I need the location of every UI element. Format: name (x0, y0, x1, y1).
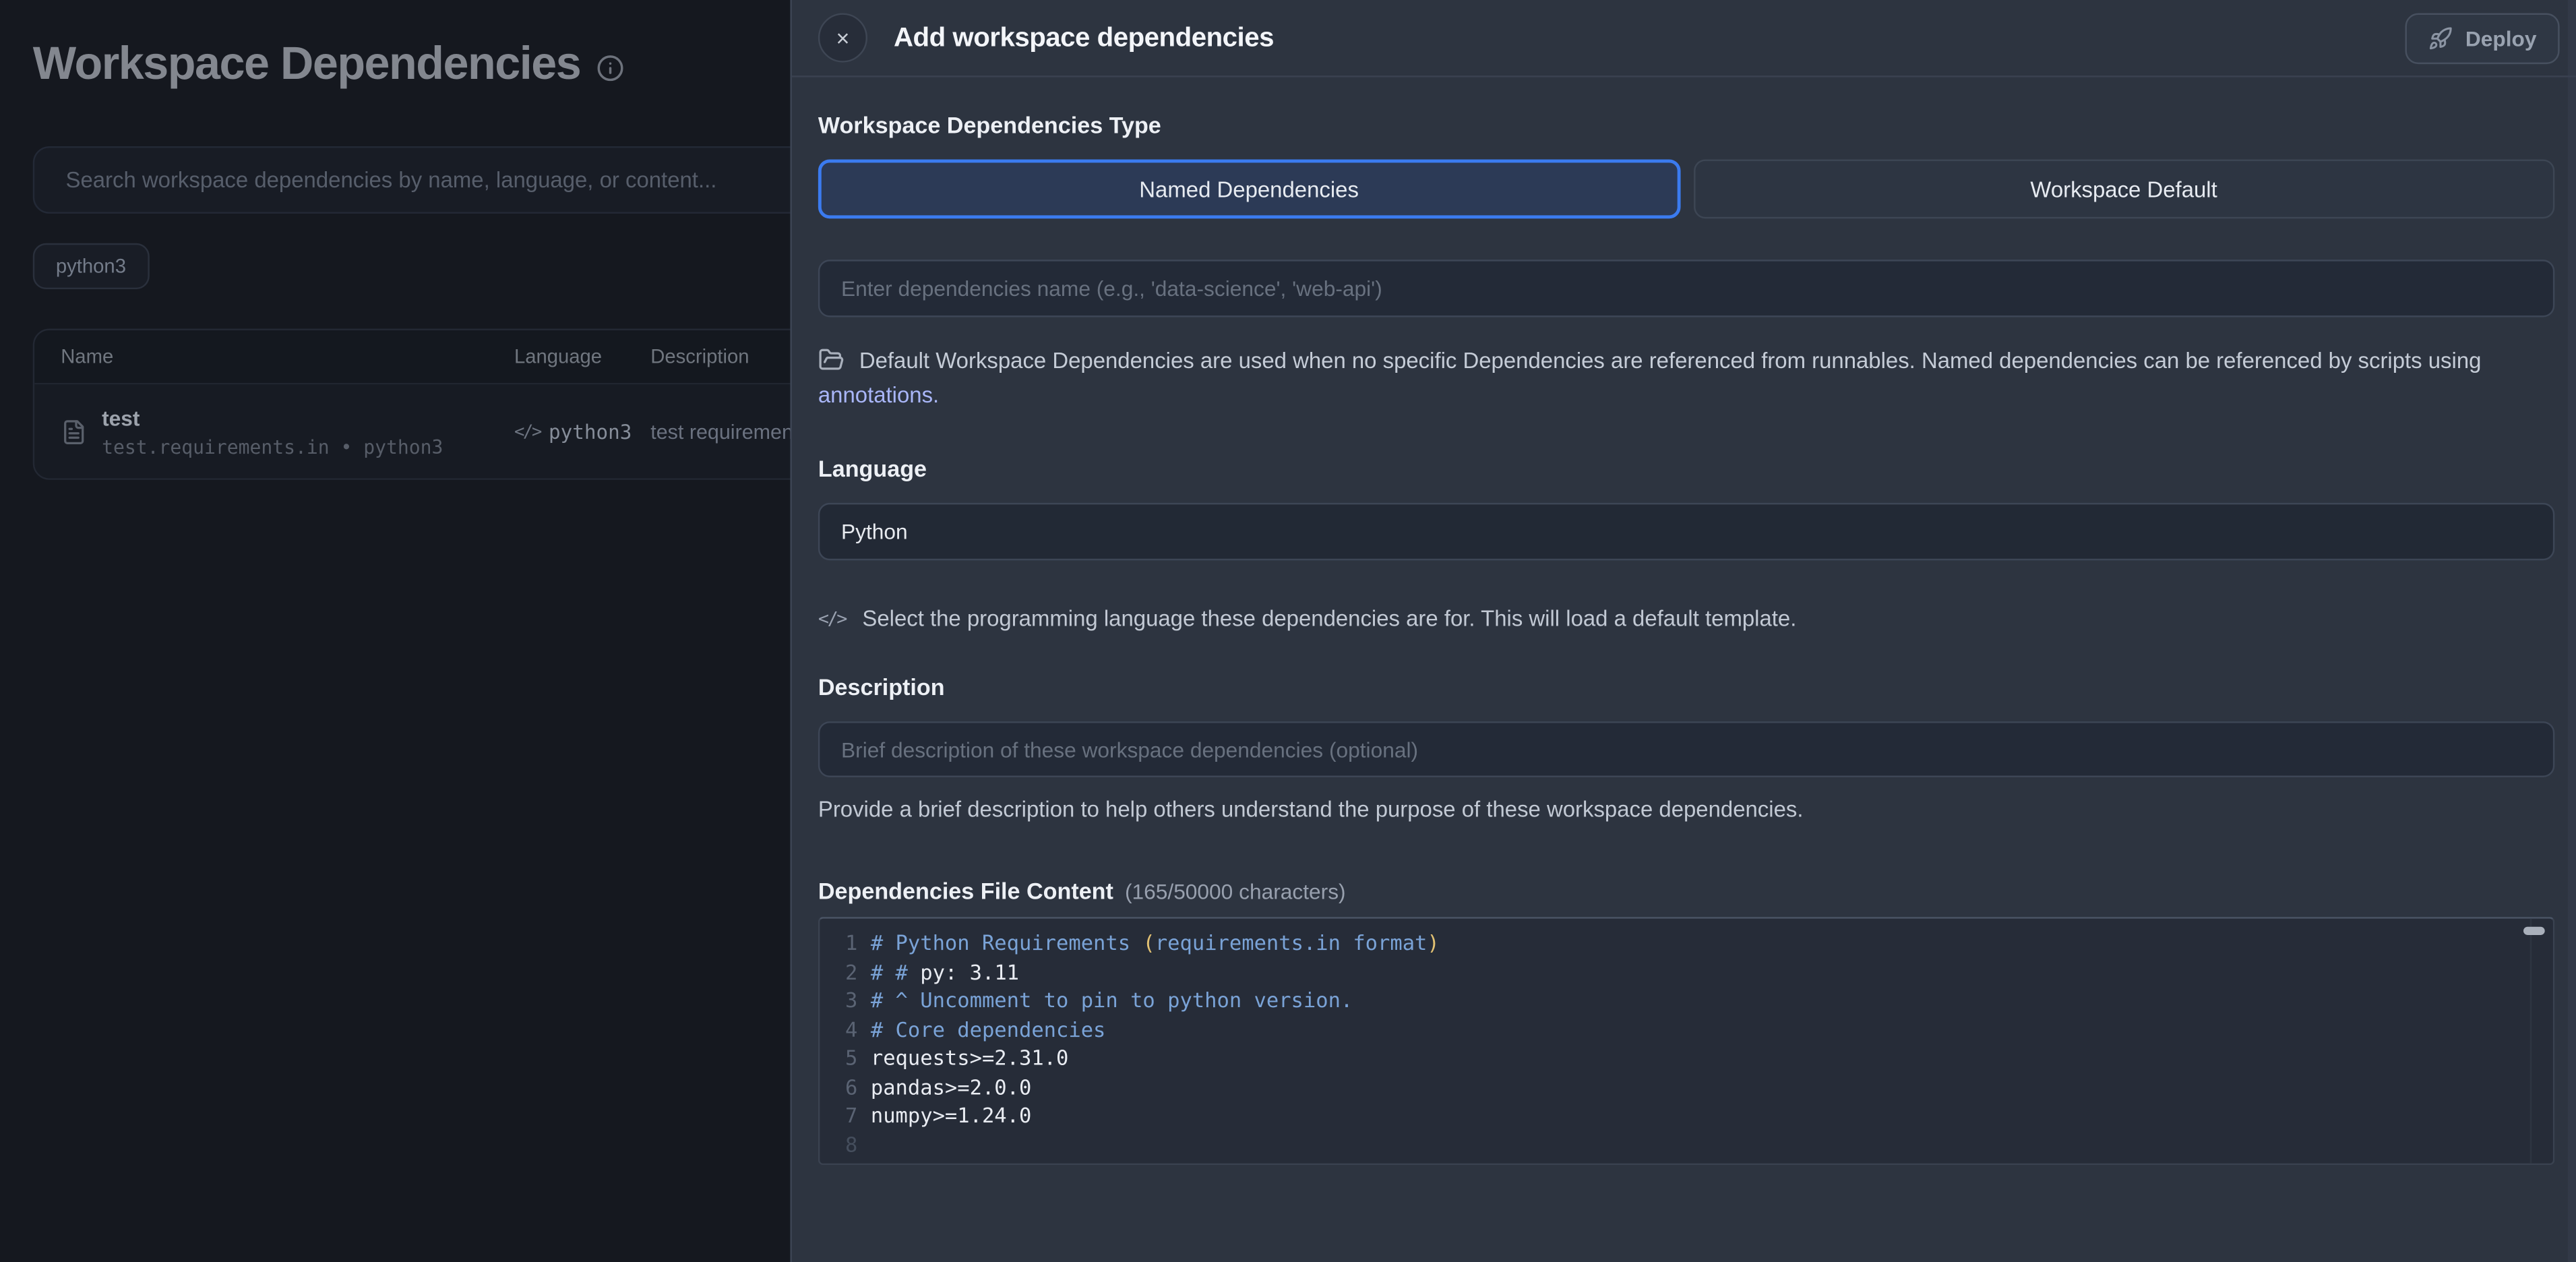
line-number: 8 (834, 1130, 857, 1159)
code-text: # # py: 3.11 (871, 957, 1019, 986)
code-text: # Core dependencies (871, 1015, 1106, 1044)
page-title: Workspace Dependencies (33, 38, 580, 90)
folder-open-icon (818, 347, 845, 373)
deploy-label: Deploy (2465, 26, 2537, 51)
info-text: Default Workspace Dependencies are used … (859, 349, 2482, 373)
language-select[interactable]: Python (818, 503, 2554, 560)
dependencies-name-input[interactable] (818, 260, 2554, 317)
filter-tag-python3[interactable]: python3 (33, 243, 149, 289)
close-icon: × (836, 25, 849, 51)
app-viewport: Workspace Dependencies python3 Name Lang… (0, 0, 2576, 1262)
language-helper-text: Select the programming language these de… (862, 606, 1796, 631)
line-number: 7 (834, 1101, 857, 1130)
row-name: test (102, 405, 443, 430)
line-number: 1 (834, 928, 857, 957)
description-input[interactable] (818, 721, 2554, 777)
tab-workspace-default[interactable]: Workspace Default (1693, 159, 2554, 218)
row-file-info: test.requirements.in • python3 (102, 435, 443, 458)
code-line: 2 # # py: 3.11 (834, 957, 2553, 986)
info-icon (597, 53, 625, 81)
modal-body: Workspace Dependencies Type Named Depend… (792, 112, 2576, 1165)
close-button[interactable]: × (818, 13, 867, 63)
line-number: 4 (834, 1015, 857, 1044)
column-header-language: Language (514, 345, 650, 368)
column-header-name: Name (34, 345, 514, 368)
line-number: 5 (834, 1044, 857, 1073)
code-line: 5 requests>=2.31.0 (834, 1044, 2553, 1073)
tab-named-dependencies[interactable]: Named Dependencies (818, 159, 1680, 218)
type-tabs: Named Dependencies Workspace Default (818, 159, 2554, 218)
code-line: 7 numpy>=1.24.0 (834, 1101, 2553, 1130)
code-icon: </> (818, 608, 846, 630)
info-paragraph: Default Workspace Dependencies are used … (818, 343, 2554, 412)
content-label: Dependencies File Content (818, 878, 1113, 904)
deploy-button[interactable]: Deploy (2405, 13, 2560, 65)
code-line-empty: 8 (834, 1130, 2553, 1159)
row-name-stack: test test.requirements.in • python3 (102, 405, 443, 458)
editor-scrollbar-track (2530, 919, 2532, 1164)
editor-scrollbar-thumb[interactable] (2523, 927, 2545, 935)
modal-scrollbar[interactable] (2568, 0, 2576, 1262)
code-line: 1 # Python Requirements (requirements.in … (834, 928, 2553, 957)
line-number: 6 (834, 1072, 857, 1101)
row-language: python3 (549, 420, 632, 443)
code-icon: </> (514, 421, 541, 441)
code-text: requests>=2.31.0 (871, 1044, 1069, 1073)
type-section-label: Workspace Dependencies Type (818, 112, 2554, 138)
add-workspace-dependencies-modal: × Add workspace dependencies Deploy Work… (790, 0, 2576, 1262)
description-helper: Provide a brief description to help othe… (818, 797, 2554, 822)
annotations-link[interactable]: annotations. (818, 383, 939, 408)
rocket-icon (2428, 26, 2453, 51)
language-label: Language (818, 455, 2554, 481)
code-text: # ^ Uncomment to pin to python version. (871, 986, 1353, 1015)
line-number: 3 (834, 986, 857, 1015)
code-line: 4 # Core dependencies (834, 1015, 2553, 1044)
dependencies-file-editor[interactable]: 1 # Python Requirements (requirements.in … (818, 917, 2554, 1165)
language-helper: </> Select the programming language thes… (818, 606, 2554, 631)
row-language-cell: </> python3 (514, 420, 650, 443)
code-text: # Python Requirements (requirements.in f… (871, 928, 1440, 957)
file-text-icon (61, 418, 87, 444)
modal-title: Add workspace dependencies (894, 22, 1274, 53)
line-number: 2 (834, 957, 857, 986)
code-line: 6 pandas>=2.0.0 (834, 1072, 2553, 1101)
content-label-row: Dependencies File Content (165/50000 cha… (818, 878, 2554, 904)
code-text: pandas>=2.0.0 (871, 1072, 1031, 1101)
code-line: 3 # ^ Uncomment to pin to python version. (834, 986, 2553, 1015)
modal-header: × Add workspace dependencies Deploy (792, 0, 2576, 78)
row-name-cell: test test.requirements.in • python3 (34, 405, 514, 458)
description-label: Description (818, 673, 2554, 700)
character-counter: (165/50000 characters) (1125, 879, 1346, 904)
code-text: numpy>=1.24.0 (871, 1101, 1031, 1130)
